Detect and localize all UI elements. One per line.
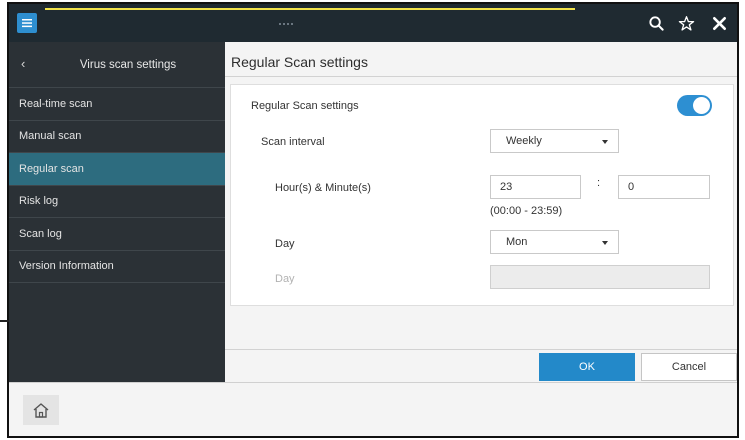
edge-marker (0, 320, 9, 322)
hamburger-menu-icon[interactable] (17, 13, 37, 33)
sidebar: ‹ Virus scan settings Real-time scan Man… (9, 42, 225, 382)
hour-input[interactable]: 23 (490, 175, 581, 199)
scan-interval-select[interactable]: Weekly (490, 129, 619, 153)
bottom-bar (9, 382, 737, 436)
time-separator: : (597, 177, 601, 189)
day-select[interactable]: Mon (490, 230, 619, 254)
sidebar-item-real-time-scan[interactable]: Real-time scan (9, 88, 225, 121)
day-label: Day (275, 238, 295, 250)
settings-card: Regular Scan settings Scan interval Week… (230, 84, 734, 306)
chevron-left-icon[interactable]: ‹ (21, 56, 37, 72)
scan-interval-value: Weekly (506, 135, 542, 147)
cancel-button[interactable]: Cancel (641, 353, 737, 381)
minute-input[interactable]: 0 (618, 175, 710, 199)
star-icon[interactable] (676, 13, 696, 33)
app-window: ‹ Virus scan settings Real-time scan Man… (7, 2, 739, 438)
hour-minute-label: Hour(s) & Minute(s) (275, 182, 371, 194)
toggle-knob (693, 97, 710, 114)
day-value: Mon (506, 236, 528, 248)
sidebar-item-version-information[interactable]: Version Information (9, 251, 225, 283)
home-icon[interactable] (23, 395, 59, 425)
page-title: Regular Scan settings (231, 54, 368, 70)
main-panel: Regular Scan settings Regular Scan setti… (225, 42, 737, 382)
top-indicator-line (45, 8, 575, 10)
ok-button[interactable]: OK (539, 353, 635, 381)
day-secondary-label: Day (275, 273, 295, 285)
top-bar (9, 4, 737, 42)
chevron-down-icon (602, 241, 608, 245)
divider (225, 349, 737, 350)
scan-interval-label: Scan interval (261, 136, 325, 148)
sidebar-item-scan-log[interactable]: Scan log (9, 218, 225, 251)
sidebar-item-manual-scan[interactable]: Manual scan (9, 121, 225, 153)
regular-scan-toggle[interactable] (677, 95, 712, 116)
sidebar-item-risk-log[interactable]: Risk log (9, 186, 225, 218)
sidebar-title: Virus scan settings (79, 58, 177, 71)
regular-scan-enable-label: Regular Scan settings (251, 100, 359, 112)
search-icon[interactable] (646, 13, 666, 33)
chevron-down-icon (602, 140, 608, 144)
day-secondary-field (490, 265, 710, 289)
time-range-hint: (00:00 - 23:59) (490, 205, 563, 217)
close-icon[interactable] (709, 13, 729, 33)
sidebar-item-regular-scan[interactable]: Regular scan (9, 153, 225, 186)
sidebar-header: ‹ Virus scan settings (9, 42, 225, 88)
drag-handle[interactable] (279, 12, 341, 25)
divider (225, 76, 737, 77)
